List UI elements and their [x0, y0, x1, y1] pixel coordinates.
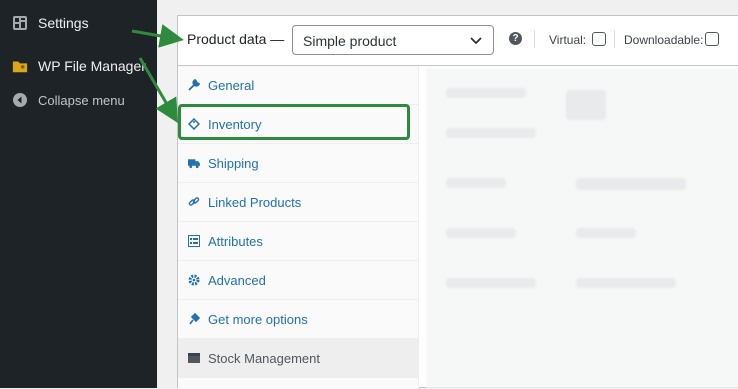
downloadable-checkbox[interactable] — [705, 32, 719, 46]
placeholder-line — [446, 128, 536, 138]
tab-label: Get more options — [208, 311, 308, 327]
tab-shipping[interactable]: Shipping — [178, 144, 418, 183]
placeholder-line — [446, 88, 526, 98]
tab-label: General — [208, 77, 255, 93]
settings-icon — [12, 15, 28, 31]
plugin-icon — [188, 313, 200, 325]
chevron-down-icon — [469, 33, 483, 47]
tab-label: Attributes — [208, 233, 263, 249]
tab-content-blurred — [426, 68, 738, 388]
placeholder-line — [446, 278, 536, 288]
product-data-header: Product data — Simple product ? Virtual:… — [178, 16, 738, 66]
help-icon[interactable]: ? — [509, 32, 522, 45]
header-divider — [534, 30, 535, 48]
tab-stock-management[interactable]: Stock Management — [178, 339, 418, 378]
placeholder-line — [576, 228, 636, 238]
truck-icon — [188, 157, 200, 169]
product-data-panel: Product data — Simple product ? Virtual:… — [177, 15, 738, 389]
sidebar-item-label: Collapse menu — [38, 92, 125, 108]
box-icon — [188, 352, 200, 364]
virtual-checkbox[interactable] — [592, 32, 606, 46]
product-data-title: Product data — — [187, 31, 285, 47]
virtual-label: Virtual: — [549, 33, 587, 47]
tab-linked-products[interactable]: Linked Products — [178, 183, 418, 222]
sidebar-item-wp-file-manager[interactable]: WP File Manager — [12, 58, 146, 74]
placeholder-line — [566, 90, 606, 120]
tab-attributes[interactable]: Attributes — [178, 222, 418, 261]
tab-general[interactable]: General — [178, 66, 418, 105]
placeholder-line — [446, 228, 516, 238]
product-type-select[interactable]: Simple product — [292, 25, 494, 55]
collapse-icon — [12, 92, 28, 108]
downloadable-label: Downloadable: — [624, 33, 704, 47]
list-icon — [188, 235, 200, 247]
sidebar-item-settings[interactable]: Settings — [12, 15, 89, 31]
admin-sidebar: Settings WP File Manager Collapse menu — [0, 0, 157, 388]
gear-icon — [188, 274, 200, 286]
sidebar-item-label: Settings — [38, 15, 89, 31]
tab-label: Stock Management — [208, 350, 321, 366]
sidebar-item-label: WP File Manager — [38, 58, 146, 74]
placeholder-line — [576, 178, 686, 190]
tab-get-more-options[interactable]: Get more options — [178, 300, 418, 339]
file-manager-icon — [12, 58, 28, 74]
placeholder-line — [576, 278, 676, 288]
tab-advanced[interactable]: Advanced — [178, 261, 418, 300]
product-type-value: Simple product — [303, 33, 397, 49]
tab-label: Shipping — [208, 155, 259, 171]
placeholder-line — [446, 178, 506, 188]
tab-label: Advanced — [208, 272, 266, 288]
inventory-highlight-box — [178, 104, 410, 140]
collapse-menu[interactable]: Collapse menu — [12, 92, 125, 108]
header-divider — [614, 30, 615, 48]
wrench-icon — [188, 79, 200, 91]
link-icon — [188, 196, 200, 208]
tab-label: Linked Products — [208, 194, 302, 210]
